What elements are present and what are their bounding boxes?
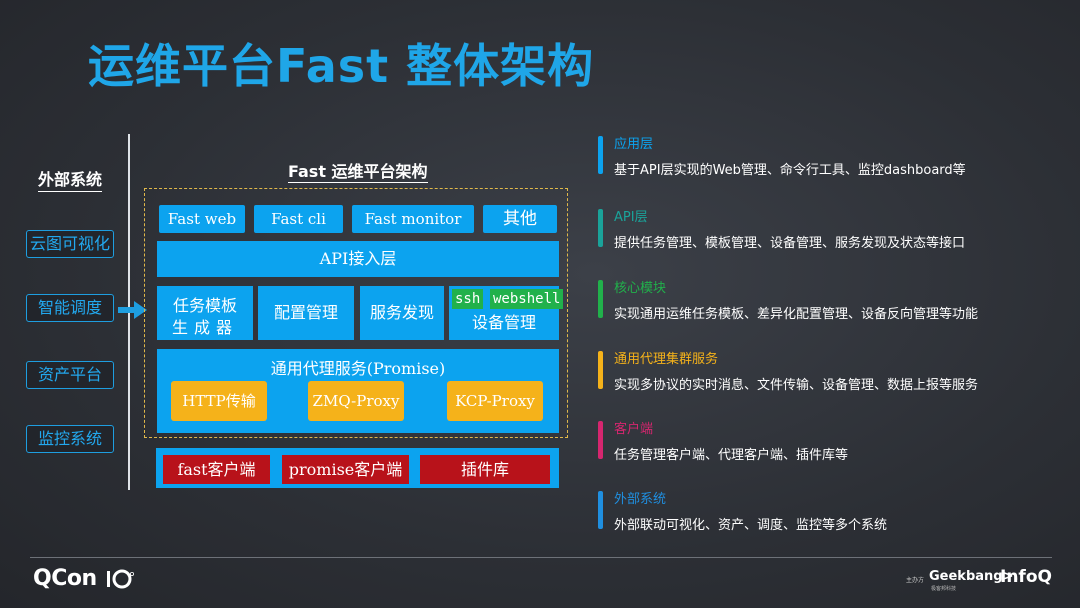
chip-webshell: webshell [490, 289, 564, 309]
external-item-scheduling: 智能调度 [26, 294, 114, 322]
legend-head-app: 应用层 [614, 137, 654, 152]
architecture-title: Fast 运维平台架构 [288, 158, 428, 183]
legend-bar-core [598, 280, 603, 318]
device-label: 设备管理 [471, 313, 536, 332]
qcon-logo: QCon [33, 566, 97, 591]
legend-desc-core: 实现通用运维任务模板、差异化配置管理、设备反向管理等功能 [614, 307, 979, 322]
legend-head-proxy: 通用代理集群服务 [614, 352, 719, 367]
client-fast: fast客户端 [163, 455, 270, 484]
app-fast-monitor: Fast monitor [352, 205, 474, 233]
module-discovery: 服务发现 [360, 286, 444, 340]
app-fast-web: Fast web [159, 205, 245, 233]
proxy-zmq: ZMQ-Proxy [308, 381, 404, 421]
legend-head-core: 核心模块 [614, 281, 667, 296]
proxy-label: 通用代理服务(Promise) [270, 359, 446, 378]
footer-divider [30, 557, 1052, 558]
geekbang-sub: 极客邦科技 [931, 586, 957, 592]
module-task-template: 任务模板 生成器 [157, 286, 253, 340]
chip-ssh: ssh [452, 289, 484, 309]
client-promise: promise客户端 [282, 455, 409, 484]
legend-head-client: 客户端 [614, 422, 654, 437]
app-fast-cli: Fast cli [254, 205, 343, 233]
task-template-line1: 任务模板 [172, 296, 237, 315]
legend-bar-proxy [598, 351, 603, 389]
legend-desc-proxy: 实现多协议的实时消息、文件传输、设备管理、数据上报等服务 [614, 378, 979, 393]
slide-title: 运维平台Fast 整体架构 [88, 39, 595, 93]
external-item-assets: 资产平台 [26, 361, 114, 389]
legend-desc-client: 任务管理客户端、代理客户端、插件库等 [614, 448, 849, 463]
external-item-monitoring: 监控系统 [26, 425, 114, 453]
module-config: 配置管理 [258, 286, 354, 340]
legend-desc-app: 基于API层实现的Web管理、命令行工具、监控dashboard等 [614, 163, 966, 178]
proxy-kcp: KCP-Proxy [447, 381, 543, 421]
legend-bar-client [598, 421, 603, 459]
legend-desc-api: 提供任务管理、模板管理、设备管理、服务发现及状态等接口 [614, 236, 966, 251]
infoq-logo: InfoQ [1000, 567, 1052, 587]
module-device: ssh webshell 设备管理 [449, 286, 564, 340]
legend-bar-api [598, 209, 603, 247]
host-label: 主办方 [906, 577, 925, 584]
api-layer: API接入层 [157, 241, 559, 277]
legend-head-external: 外部系统 [614, 492, 667, 507]
legend-head-api: API层 [614, 210, 648, 225]
proxy-http: HTTP传输 [171, 381, 267, 421]
legend-desc-external: 外部联动可视化、资产、调度、监控等多个系统 [614, 518, 888, 533]
external-item-visualization: 云图可视化 [26, 230, 114, 258]
anniversary-badge-icon [107, 569, 134, 589]
legend-bar-external [598, 491, 603, 529]
legend-bar-app [598, 136, 603, 174]
client-plugin-lib: 插件库 [420, 455, 550, 484]
external-systems-title: 外部系统 [38, 166, 103, 192]
task-template-line2: 生成器 [171, 318, 238, 337]
app-other: 其他 [483, 205, 557, 233]
